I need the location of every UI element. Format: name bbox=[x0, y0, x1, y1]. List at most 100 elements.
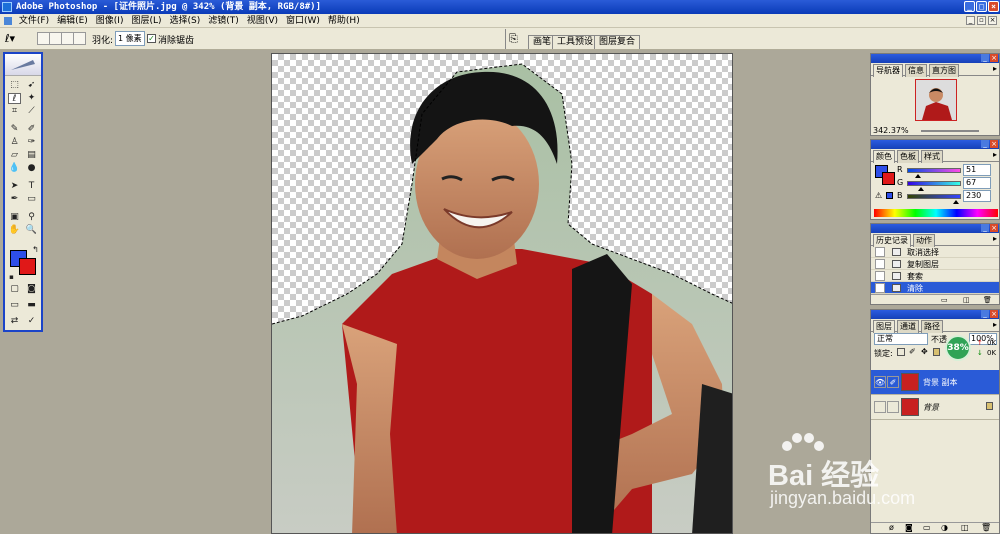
r-slider[interactable] bbox=[907, 168, 961, 173]
g-value[interactable]: 67 bbox=[963, 177, 991, 189]
g-slider[interactable] bbox=[907, 181, 961, 186]
lock-transparency-icon[interactable] bbox=[897, 348, 905, 356]
new-set-icon[interactable]: ▭ bbox=[923, 523, 931, 532]
tab-info[interactable]: 信息 bbox=[905, 64, 927, 77]
b-slider-thumb[interactable] bbox=[952, 200, 959, 204]
history-item[interactable]: 取消选择 bbox=[871, 246, 999, 258]
toolbox-header[interactable] bbox=[5, 54, 41, 76]
link-toggle-box[interactable] bbox=[887, 401, 899, 413]
b-slider[interactable] bbox=[907, 194, 961, 199]
blend-mode-select[interactable]: 正常 bbox=[874, 333, 928, 345]
tab-swatches[interactable]: 色板 bbox=[897, 150, 919, 163]
quick-mask-icon[interactable]: ◙ bbox=[25, 284, 38, 295]
doc-minimize-button[interactable]: _ bbox=[966, 16, 975, 25]
maximize-button[interactable]: □ bbox=[976, 1, 987, 12]
b-value[interactable]: 230 bbox=[963, 190, 991, 202]
crop-tool-icon[interactable]: ⌗ bbox=[8, 106, 21, 117]
layer-row-background-copy[interactable]: 👁 ✐ 背景 副本 bbox=[871, 370, 999, 395]
layer-name[interactable]: 背景 bbox=[923, 402, 939, 413]
swap-colors-icon[interactable]: ↰ bbox=[29, 244, 42, 255]
lock-position-icon[interactable]: ✥ bbox=[921, 347, 928, 356]
dodge-tool-icon[interactable]: ● bbox=[25, 163, 38, 174]
layer-name[interactable]: 背景 副本 bbox=[923, 377, 958, 388]
history-item[interactable]: 套索 bbox=[871, 270, 999, 282]
tab-styles[interactable]: 样式 bbox=[921, 150, 943, 163]
menu-help[interactable]: 帮助(H) bbox=[324, 14, 364, 28]
eye-toggle-box[interactable] bbox=[874, 401, 886, 413]
marquee-tool-icon[interactable]: ⬚ bbox=[8, 80, 21, 91]
layer-mask-icon[interactable]: ◙ bbox=[905, 523, 913, 532]
panel-minimize-icon[interactable]: _ bbox=[981, 54, 989, 62]
menu-image[interactable]: 图像(I) bbox=[92, 14, 128, 28]
doc-restore-button[interactable]: ▫ bbox=[977, 16, 986, 25]
blur-tool-icon[interactable]: 💧 bbox=[8, 163, 21, 174]
zoom-tool-icon[interactable]: 🔍 bbox=[25, 225, 38, 236]
panel-menu-arrow-icon[interactable]: ▸ bbox=[993, 320, 997, 329]
new-snapshot-icon[interactable]: ◫ bbox=[963, 296, 970, 304]
gradient-tool-icon[interactable]: ▤ bbox=[25, 150, 38, 161]
panel-close-icon[interactable]: × bbox=[990, 224, 998, 232]
type-tool-icon[interactable]: T bbox=[25, 181, 38, 192]
menu-edit[interactable]: 编辑(E) bbox=[53, 14, 92, 28]
adjustment-layer-icon[interactable]: ◑ bbox=[941, 523, 948, 532]
clone-stamp-icon[interactable]: ♙ bbox=[8, 137, 21, 148]
panel-minimize-icon[interactable]: _ bbox=[981, 310, 989, 318]
memory-percent[interactable]: 38% bbox=[945, 335, 971, 361]
lasso-tool-icon[interactable]: ℓ bbox=[8, 93, 21, 104]
shape-tool-icon[interactable]: ▭ bbox=[25, 194, 38, 205]
panel-close-icon[interactable]: × bbox=[990, 310, 998, 318]
imageready-jump-icon[interactable]: ⇄ bbox=[8, 316, 21, 327]
navigator-zoom-slider[interactable] bbox=[921, 130, 979, 132]
new-layer-icon[interactable]: ◫ bbox=[961, 523, 969, 532]
notes-tool-icon[interactable]: ▣ bbox=[8, 212, 21, 223]
close-button[interactable]: × bbox=[988, 1, 999, 12]
r-value[interactable]: 51 bbox=[963, 164, 991, 176]
menu-file[interactable]: 文件(F) bbox=[15, 14, 53, 28]
panel-minimize-icon[interactable]: _ bbox=[981, 140, 989, 148]
trash-icon[interactable]: 🗑 bbox=[981, 523, 991, 532]
history-panel-titlebar[interactable]: _ × bbox=[871, 224, 999, 233]
history-brush-icon[interactable]: ✑ bbox=[25, 137, 38, 148]
path-select-icon[interactable]: ➤ bbox=[8, 181, 21, 192]
trash-icon[interactable]: 🗑 bbox=[983, 296, 992, 304]
menu-select[interactable]: 选择(S) bbox=[166, 14, 205, 28]
history-source-box[interactable]: ▸ bbox=[875, 283, 885, 294]
gamut-warning-icon[interactable]: ⚠ bbox=[875, 191, 882, 200]
lasso-preset-icon[interactable]: ℓ▾ bbox=[5, 32, 18, 45]
panel-menu-arrow-icon[interactable]: ▸ bbox=[993, 64, 997, 73]
document-canvas[interactable] bbox=[271, 53, 733, 534]
panel-menu-arrow-icon[interactable]: ▸ bbox=[993, 234, 997, 243]
fullscreen-mode-icon[interactable]: ▬ bbox=[25, 300, 38, 311]
tab-tool-presets[interactable]: 工具预设 bbox=[552, 35, 599, 49]
new-document-icon[interactable]: ▭ bbox=[941, 296, 948, 304]
intersect-selection-icon[interactable] bbox=[73, 32, 86, 45]
jump-icon[interactable]: ✓ bbox=[25, 316, 38, 327]
brush-link-icon[interactable]: ✐ bbox=[887, 376, 899, 388]
pen-tool-icon[interactable]: ✒ bbox=[8, 194, 21, 205]
feather-input[interactable]: 1 像素 bbox=[115, 31, 145, 46]
background-color-swatch[interactable] bbox=[19, 258, 36, 275]
palette-well-icon[interactable]: ⎘ bbox=[509, 32, 518, 46]
tab-color[interactable]: 颜色 bbox=[873, 150, 895, 163]
menu-layer[interactable]: 图层(L) bbox=[127, 14, 165, 28]
menu-filter[interactable]: 滤镜(T) bbox=[204, 14, 243, 28]
magic-wand-icon[interactable]: ✦ bbox=[25, 93, 38, 104]
history-source-box[interactable] bbox=[875, 259, 885, 269]
slice-tool-icon[interactable]: ⟋ bbox=[25, 106, 38, 117]
eyedropper-icon[interactable]: ⚲ bbox=[25, 212, 38, 223]
gamut-swatch[interactable] bbox=[886, 192, 893, 199]
move-tool-icon[interactable]: ➹ bbox=[25, 80, 38, 91]
lock-all-icon[interactable] bbox=[933, 348, 940, 356]
tab-histogram[interactable]: 直方图 bbox=[929, 64, 959, 77]
panel-minimize-icon[interactable]: _ bbox=[981, 224, 989, 232]
tab-layer-comps[interactable]: 图层复合 bbox=[594, 35, 641, 49]
menu-window[interactable]: 窗口(W) bbox=[282, 14, 324, 28]
photoshop-app-icon[interactable] bbox=[2, 2, 12, 12]
brush-tool-icon[interactable]: ✐ bbox=[25, 124, 38, 135]
panel-menu-arrow-icon[interactable]: ▸ bbox=[993, 150, 997, 159]
history-source-box[interactable] bbox=[875, 271, 885, 281]
navigator-panel-titlebar[interactable]: _ × bbox=[871, 54, 999, 63]
healing-brush-icon[interactable]: ✎ bbox=[8, 124, 21, 135]
lock-image-icon[interactable]: ✐ bbox=[909, 347, 916, 356]
screen-mode-icon[interactable]: ▭ bbox=[8, 300, 21, 311]
